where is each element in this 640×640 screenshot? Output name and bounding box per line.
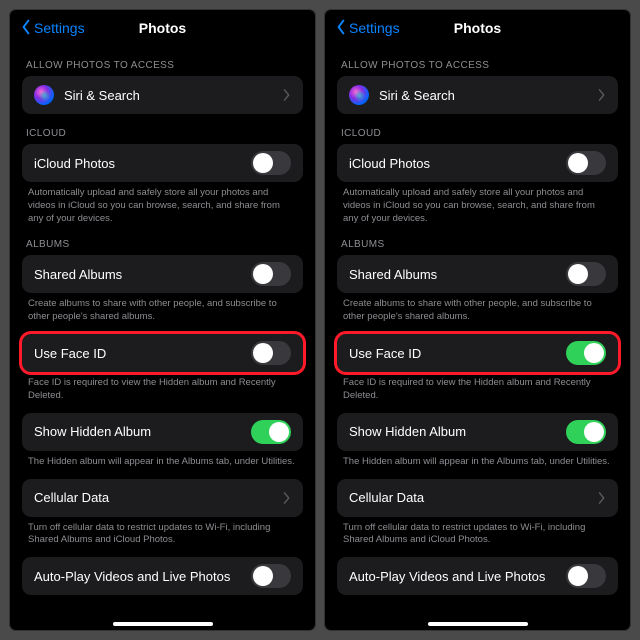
section-header-albums: ALBUMS (26, 239, 299, 250)
row-label: Use Face ID (349, 346, 421, 361)
row-label: Auto-Play Videos and Live Photos (34, 569, 230, 584)
toggle-show-hidden[interactable] (251, 420, 291, 444)
phone-right: Settings Photos ALLOW PHOTOS TO ACCESS S… (325, 10, 630, 630)
row-cellular-data[interactable]: Cellular Data (22, 479, 303, 517)
footer-faceid: Face ID is required to view the Hidden a… (343, 377, 612, 403)
footer-cellular: Turn off cellular data to restrict updat… (28, 522, 297, 548)
section-header-icloud: ICLOUD (26, 128, 299, 139)
row-label: iCloud Photos (349, 156, 430, 171)
toggle-icloud-photos[interactable] (566, 151, 606, 175)
back-label: Settings (349, 20, 400, 36)
toggle-icloud-photos[interactable] (251, 151, 291, 175)
chevron-right-icon (598, 492, 606, 504)
toggle-knob (253, 264, 273, 284)
toggle-knob (253, 343, 273, 363)
row-autoplay[interactable]: Auto-Play Videos and Live Photos (337, 557, 618, 595)
navbar: Settings Photos (325, 10, 630, 46)
row-label: Show Hidden Album (349, 424, 466, 439)
footer-faceid: Face ID is required to view the Hidden a… (28, 377, 297, 403)
row-label: iCloud Photos (34, 156, 115, 171)
row-shared-albums[interactable]: Shared Albums (337, 255, 618, 293)
back-button[interactable]: Settings (20, 19, 85, 38)
toggle-use-face-id[interactable] (566, 341, 606, 365)
toggle-show-hidden[interactable] (566, 420, 606, 444)
content: ALLOW PHOTOS TO ACCESS Siri & Search ICL… (325, 46, 630, 630)
toggle-knob (568, 264, 588, 284)
row-label: Cellular Data (34, 490, 109, 505)
row-use-face-id[interactable]: Use Face ID (337, 334, 618, 372)
toggle-autoplay[interactable] (566, 564, 606, 588)
home-indicator[interactable] (113, 622, 213, 626)
siri-icon (349, 85, 369, 105)
navbar: Settings Photos (10, 10, 315, 46)
row-shared-albums[interactable]: Shared Albums (22, 255, 303, 293)
phone-left: Settings Photos ALLOW PHOTOS TO ACCESS S… (10, 10, 315, 630)
row-label: Auto-Play Videos and Live Photos (349, 569, 545, 584)
toggle-shared-albums[interactable] (251, 262, 291, 286)
section-header-access: ALLOW PHOTOS TO ACCESS (341, 60, 614, 71)
toggle-knob (584, 343, 604, 363)
toggle-knob (584, 422, 604, 442)
row-cellular-data[interactable]: Cellular Data (337, 479, 618, 517)
row-show-hidden[interactable]: Show Hidden Album (337, 413, 618, 451)
section-header-icloud: ICLOUD (341, 128, 614, 139)
row-label: Show Hidden Album (34, 424, 151, 439)
toggle-knob (568, 153, 588, 173)
siri-icon (34, 85, 54, 105)
row-label: Siri & Search (379, 88, 455, 103)
footer-hidden: The Hidden album will appear in the Albu… (28, 456, 297, 469)
toggle-shared-albums[interactable] (566, 262, 606, 286)
chevron-right-icon (283, 89, 291, 101)
row-siri-search[interactable]: Siri & Search (337, 76, 618, 114)
chevron-right-icon (283, 492, 291, 504)
toggle-use-face-id[interactable] (251, 341, 291, 365)
footer-shared: Create albums to share with other people… (28, 298, 297, 324)
back-label: Settings (34, 20, 85, 36)
row-label: Siri & Search (64, 88, 140, 103)
row-label: Cellular Data (349, 490, 424, 505)
footer-hidden: The Hidden album will appear in the Albu… (343, 456, 612, 469)
row-siri-search[interactable]: Siri & Search (22, 76, 303, 114)
row-show-hidden[interactable]: Show Hidden Album (22, 413, 303, 451)
row-label: Use Face ID (34, 346, 106, 361)
section-header-access: ALLOW PHOTOS TO ACCESS (26, 60, 299, 71)
row-label: Shared Albums (349, 267, 437, 282)
home-indicator[interactable] (428, 622, 528, 626)
row-icloud-photos[interactable]: iCloud Photos (337, 144, 618, 182)
chevron-left-icon (335, 19, 347, 38)
footer-icloud: Automatically upload and safely store al… (343, 187, 612, 225)
footer-shared: Create albums to share with other people… (343, 298, 612, 324)
toggle-knob (253, 566, 273, 586)
toggle-knob (253, 153, 273, 173)
back-button[interactable]: Settings (335, 19, 400, 38)
chevron-right-icon (598, 89, 606, 101)
toggle-knob (269, 422, 289, 442)
toggle-autoplay[interactable] (251, 564, 291, 588)
row-use-face-id[interactable]: Use Face ID (22, 334, 303, 372)
row-label: Shared Albums (34, 267, 122, 282)
section-header-albums: ALBUMS (341, 239, 614, 250)
footer-icloud: Automatically upload and safely store al… (28, 187, 297, 225)
footer-cellular: Turn off cellular data to restrict updat… (343, 522, 612, 548)
chevron-left-icon (20, 19, 32, 38)
row-icloud-photos[interactable]: iCloud Photos (22, 144, 303, 182)
content: ALLOW PHOTOS TO ACCESS Siri & Search ICL… (10, 46, 315, 630)
row-autoplay[interactable]: Auto-Play Videos and Live Photos (22, 557, 303, 595)
toggle-knob (568, 566, 588, 586)
